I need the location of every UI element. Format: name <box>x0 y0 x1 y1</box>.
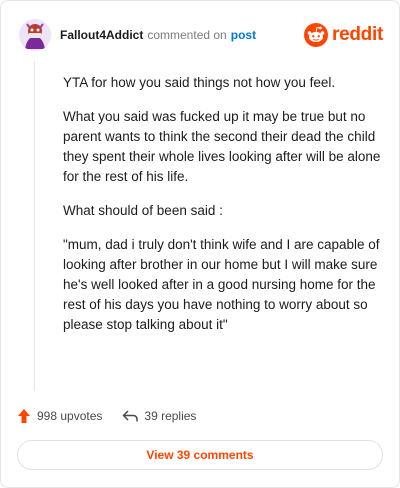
comment-actions: 998 upvotes 39 replies <box>17 405 383 427</box>
replies-button[interactable]: 39 replies <box>122 409 196 423</box>
reply-arrow-icon <box>123 410 139 422</box>
reddit-snoo-icon <box>304 23 329 47</box>
user-avatar-icon[interactable] <box>19 19 51 51</box>
thread-line[interactable] <box>34 61 35 391</box>
post-link[interactable]: post <box>231 28 256 42</box>
comment-body: YTA for how you said things not how you … <box>63 73 385 349</box>
comment-header: Fallout4Addict commented on post reddit <box>19 17 383 53</box>
comment-card: Fallout4Addict commented on post reddit … <box>0 0 400 488</box>
commented-on-text: commented on <box>147 28 227 42</box>
author-name[interactable]: Fallout4Addict <box>60 28 143 42</box>
upvote-arrow-icon <box>18 409 30 423</box>
comment-paragraph: YTA for how you said things not how you … <box>63 75 336 90</box>
reply-count: 39 replies <box>144 409 197 423</box>
comment-meta: Fallout4Addict commented on post <box>60 28 256 42</box>
upvote-count: 998 upvotes <box>37 409 103 423</box>
comment-paragraph: "mum, dad i truly don't think wife and I… <box>63 237 380 332</box>
upvote-button[interactable]: 998 upvotes <box>17 408 102 424</box>
view-comments-button[interactable]: View 39 comments <box>17 440 383 470</box>
comment-paragraph: What should of been said : <box>63 203 223 218</box>
comment-paragraph: What you said was fucked up it may be tr… <box>63 109 381 184</box>
brand-wordmark: reddit <box>332 24 383 45</box>
reddit-logo[interactable]: reddit <box>304 23 383 47</box>
